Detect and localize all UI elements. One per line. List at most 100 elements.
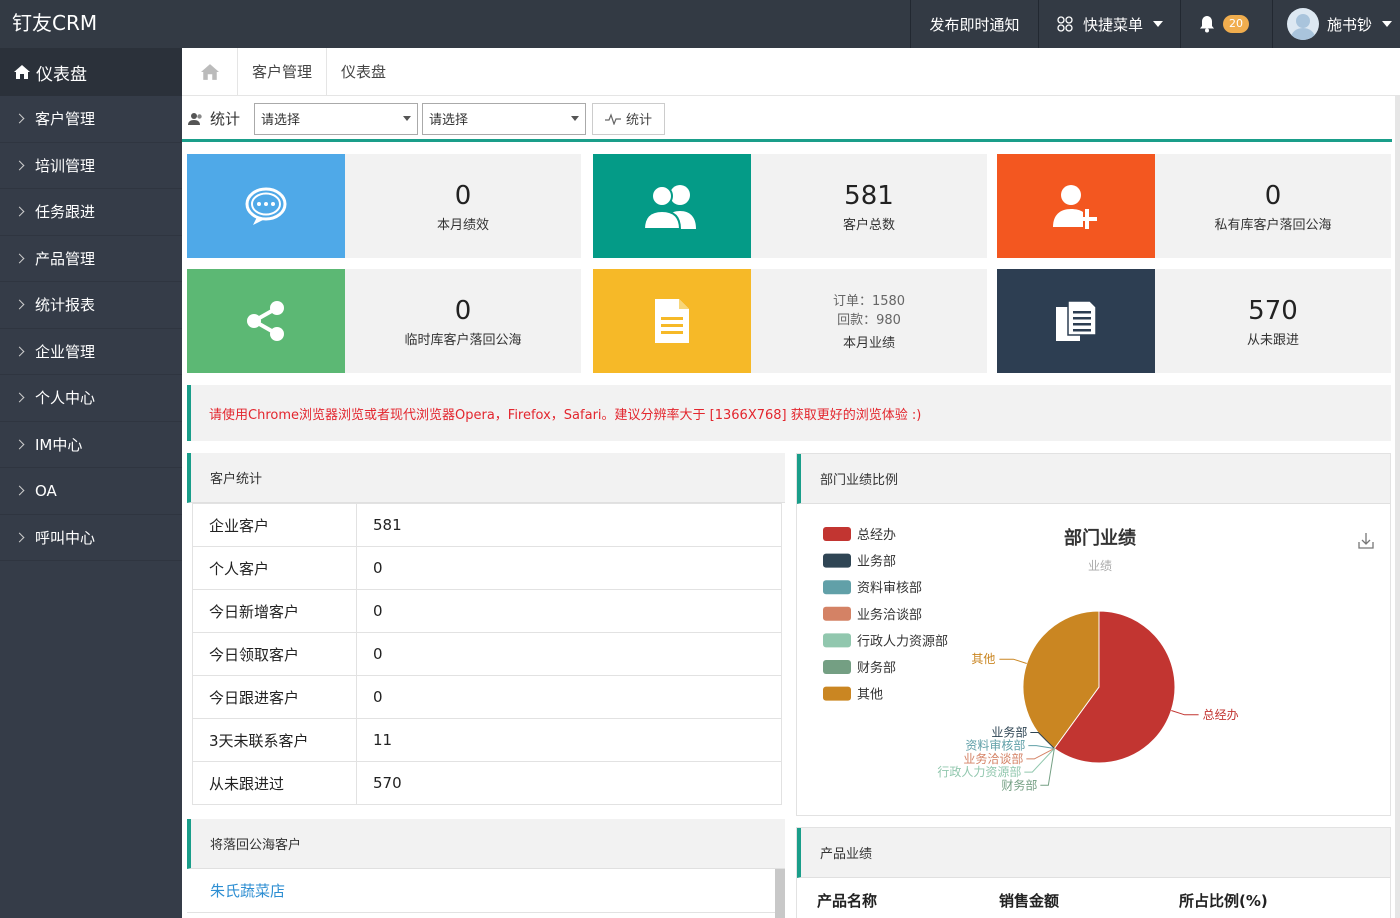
chevron-right-icon <box>14 160 25 171</box>
sidebar-item-dashboard[interactable]: 仪表盘 <box>0 48 182 96</box>
chevron-right-icon <box>14 299 25 310</box>
card-label: 本月绩效 <box>436 217 489 233</box>
brand-logo[interactable]: 钉友CRM <box>12 0 97 46</box>
chevron-right-icon <box>14 439 25 450</box>
customer-link[interactable]: 朱氏蔬菜店 <box>187 869 775 913</box>
legend-label: 总经办 <box>857 528 896 543</box>
publish-notice-button[interactable]: 发布即时通知 <box>910 0 1038 48</box>
pie-label: 资料审核部 <box>965 738 1025 753</box>
stat-label: 3天未联系客户 <box>192 718 357 762</box>
pie-label: 行政人力资源部 <box>937 764 1021 779</box>
scrollbar[interactable] <box>775 869 785 918</box>
card-never-followed[interactable]: 570 从未跟进 <box>997 269 1391 373</box>
legend-item[interactable]: 其他 <box>823 686 883 703</box>
col-ratio: 所占比例(%) <box>1179 891 1268 910</box>
panel-title: 部门业绩比例 <box>797 454 1390 504</box>
page-scrollbar[interactable] <box>1395 96 1400 918</box>
sidebar-item[interactable]: 统计报表 <box>0 282 182 329</box>
quick-menu-dropdown[interactable]: 快捷菜单 <box>1038 0 1180 48</box>
pie-label: 业务部 <box>991 724 1027 739</box>
notifications-button[interactable]: 20 <box>1180 0 1272 48</box>
pie-label-line <box>1040 748 1055 786</box>
sidebar-item[interactable]: 任务跟进 <box>0 189 182 236</box>
breadcrumb-home[interactable] <box>182 48 238 96</box>
chevron-right-icon <box>14 346 25 357</box>
breadcrumb-item[interactable]: 客户管理 <box>238 48 328 96</box>
card-label: 从未跟进 <box>1246 332 1299 348</box>
col-sales-amount: 销售金额 <box>999 891 1060 910</box>
filter-select-2[interactable]: 请选择 <box>422 102 587 135</box>
stat-value: 0 <box>356 632 782 676</box>
sidebar-item[interactable]: IM中心 <box>0 422 182 468</box>
card-monthly-performance[interactable]: 0 本月绩效 <box>187 154 581 258</box>
table-row: 从未跟进过 570 <box>192 761 782 805</box>
product-table-header: 产品名称 销售金额 所占比例(%) <box>797 878 1390 918</box>
chevron-right-icon <box>14 532 25 543</box>
card-value: 581 <box>844 180 894 211</box>
sidebar-item-label: 产品管理 <box>35 249 96 268</box>
panel-title: 将落回公海客户 <box>187 819 785 869</box>
legend-swatch <box>823 553 851 568</box>
sidebar-item[interactable]: 企业管理 <box>0 329 182 375</box>
chevron-right-icon <box>14 113 25 124</box>
stat-label: 今日新增客户 <box>192 589 357 633</box>
chevron-right-icon <box>14 485 25 496</box>
stat-label: 企业客户 <box>192 503 357 547</box>
card-monthly-sales[interactable]: 订单：1580 回款：980 本月业绩 <box>593 269 987 373</box>
stats-button[interactable]: 统计 <box>592 102 666 135</box>
legend-label: 业务洽谈部 <box>857 607 922 623</box>
legend-item[interactable]: 资料审核部 <box>823 580 922 596</box>
legend-item[interactable]: 财务部 <box>823 660 896 676</box>
chevron-down-icon <box>1153 21 1164 27</box>
download-icon[interactable] <box>1358 533 1374 549</box>
card-total-customers[interactable]: 581 客户总数 <box>593 154 987 258</box>
sidebar-item-label: IM中心 <box>35 435 83 454</box>
sidebar: 仪表盘 客户管理培训管理任务跟进产品管理统计报表企业管理 个人中心 IM中心 OA 呼叫… <box>0 48 182 918</box>
chevron-right-icon <box>14 206 25 217</box>
customer-stats-table: 企业客户 581 个人客户 0 今日新增客户 0 今日领取客户 0 今日跟进客户 0 3天未联系客户… <box>192 503 782 805</box>
pie-label-line <box>999 658 1027 664</box>
sidebar-item[interactable]: 呼叫中心 <box>0 515 182 561</box>
legend-item[interactable]: 行政人力资源部 <box>823 633 948 649</box>
filter-select-1[interactable]: 请选择 <box>254 102 419 135</box>
select-value: 请选择 <box>261 113 301 128</box>
sidebar-item-label: 客户管理 <box>35 110 96 129</box>
sidebar-item-label: 培训管理 <box>35 156 96 175</box>
card-payments: 回款：980 <box>837 312 901 328</box>
sidebar-item[interactable]: 客户管理 <box>0 96 182 143</box>
user-add-icon <box>997 154 1155 258</box>
grid-icon <box>1057 16 1073 32</box>
sidebar-item[interactable]: OA <box>0 468 182 515</box>
avatar <box>1287 8 1319 40</box>
pie-label: 其他 <box>971 652 995 666</box>
sidebar-item-label: 统计报表 <box>35 296 96 315</box>
legend-label: 业务部 <box>857 554 896 570</box>
legend-item[interactable]: 总经办 <box>823 527 896 543</box>
customer-stats-panel: 客户统计 企业客户 581 个人客户 0 今日新增客户 0 今日领取客户 0 今日跟进客户 0 3天… <box>187 453 785 808</box>
product-performance-panel: 产品业绩 产品名称 销售金额 所占比例(%) <box>796 827 1391 918</box>
legend-swatch <box>823 527 851 541</box>
chat-icon <box>187 154 345 258</box>
chevron-down-icon <box>571 116 580 121</box>
home-icon <box>200 63 219 80</box>
stat-label: 从未跟进过 <box>192 761 357 805</box>
stat-label: 今日跟进客户 <box>192 675 357 719</box>
stat-label: 今日领取客户 <box>192 632 357 676</box>
card-temp-to-public[interactable]: 0 临时库客户落回公海 <box>187 269 581 373</box>
table-row: 今日领取客户 0 <box>192 632 782 676</box>
bell-icon <box>1200 16 1214 33</box>
table-row: 3天未联系客户 11 <box>192 718 782 762</box>
user-menu[interactable]: 施书钞 <box>1272 0 1400 48</box>
dept-performance-panel: 部门业绩比例 部门业绩 业绩 总经办 业务部 资料审核部 业务洽谈部 行政人力资源部 财务… <box>796 453 1391 816</box>
legend-item[interactable]: 业务洽谈部 <box>823 606 922 623</box>
select-value: 请选择 <box>429 113 469 128</box>
card-private-to-public[interactable]: 0 私有库客户落回公海 <box>997 154 1391 258</box>
home-icon <box>14 65 30 79</box>
sidebar-item[interactable]: 个人中心 <box>0 375 182 422</box>
browser-alert: 请使用Chrome浏览器浏览或者现代浏览器Opera，Firefox，Safar… <box>187 385 1391 441</box>
sidebar-item[interactable]: 培训管理 <box>0 143 182 189</box>
table-row: 今日新增客户 0 <box>192 589 782 633</box>
chart-subtitle: 业绩 <box>1088 559 1112 573</box>
sidebar-item[interactable]: 产品管理 <box>0 236 182 282</box>
legend-item[interactable]: 业务部 <box>823 553 896 570</box>
